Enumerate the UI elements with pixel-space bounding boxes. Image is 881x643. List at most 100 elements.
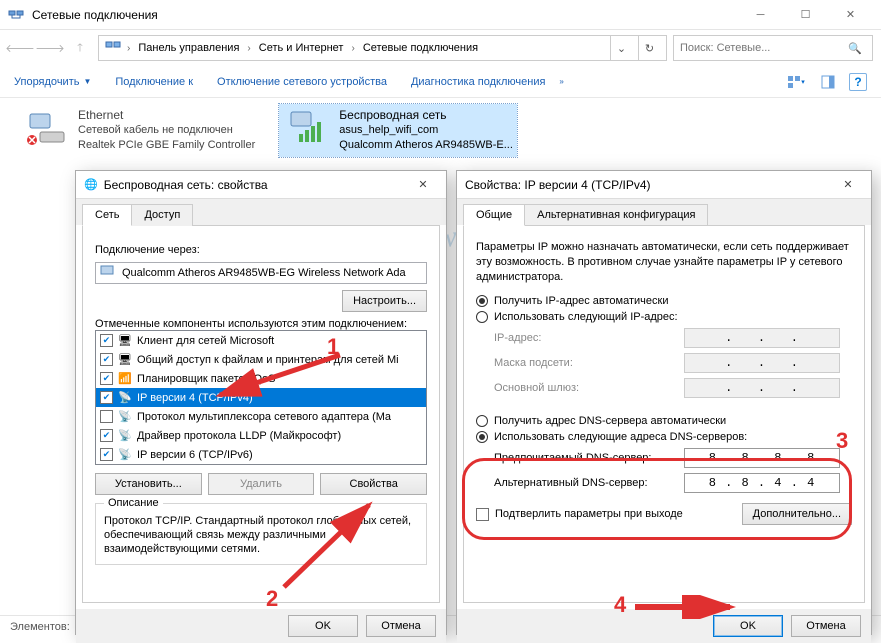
dialog2-cancel-button[interactable]: Отмена xyxy=(791,615,861,637)
connection-through-label: Подключение через: xyxy=(95,244,427,256)
radio-manual-ip[interactable]: Использовать следующий IP-адрес: xyxy=(476,311,852,323)
radio-auto-ip[interactable]: Получить IP-адрес автоматически xyxy=(476,295,852,307)
adapter-ethernet-status: Сетевой кабель не подключен xyxy=(78,123,255,138)
annotation-number-1: 1 xyxy=(327,334,339,360)
address-dropdown[interactable]: ⌄ xyxy=(610,36,632,60)
tab-alternate[interactable]: Альтернативная конфигурация xyxy=(524,204,708,226)
client-icon: 🖥 xyxy=(117,333,133,349)
description-title: Описание xyxy=(104,497,163,509)
list-item[interactable]: 🖥Клиент для сетей Microsoft xyxy=(96,331,426,350)
window-icon xyxy=(8,7,24,23)
dialog2-close-button[interactable]: ✕ xyxy=(833,172,863,198)
toolbar-view-dropdown[interactable]: ▾ xyxy=(785,71,807,93)
checkbox[interactable] xyxy=(100,391,113,404)
address-bar: 🡐 🡒 🡑 › Панель управления › Сеть и Интер… xyxy=(0,30,881,66)
share-icon: 🖥 xyxy=(117,352,133,368)
toolbar-disable[interactable]: Отключение сетевого устройства xyxy=(217,76,387,88)
driver-icon: 📡 xyxy=(117,428,133,444)
radio-manual-dns[interactable]: Использовать следующие адреса DNS-сервер… xyxy=(476,431,852,443)
list-item[interactable]: 📡IP версии 6 (TCP/IPv6) xyxy=(96,445,426,464)
window-title: Сетевые подключения xyxy=(32,8,738,22)
annotation-number-3: 3 xyxy=(836,428,848,454)
adapter-name-field: Qualcomm Atheros AR9485WB-EG Wireless Ne… xyxy=(95,262,427,284)
dialog1-close-button[interactable]: ✕ xyxy=(408,172,438,198)
adapter-list: Ethernet Сетевой кабель не подключен Rea… xyxy=(0,98,881,163)
breadcrumb-icon xyxy=(105,39,121,58)
list-item[interactable]: 📡Драйвер протокола LLDP (Майкрософт) xyxy=(96,426,426,445)
maximize-button[interactable]: ☐ xyxy=(783,0,828,29)
adapter-wifi-name: Беспроводная сеть xyxy=(339,108,513,123)
configure-button[interactable]: Настроить... xyxy=(342,290,427,312)
toolbar-diagnose[interactable]: Диагностика подключения » xyxy=(411,76,564,88)
install-button[interactable]: Установить... xyxy=(95,473,202,495)
gateway-input: . . . xyxy=(684,378,840,398)
address-refresh[interactable]: ↻ xyxy=(638,36,660,60)
toolbar-organize[interactable]: Упорядочить ▼ xyxy=(14,76,91,88)
dialog1-panel: Подключение через: Qualcomm Atheros AR94… xyxy=(82,225,440,603)
dialog2-panel: Параметры IP можно назначать автоматичес… xyxy=(463,225,865,603)
crumb-network-internet[interactable]: Сеть и Интернет xyxy=(257,42,346,54)
crumb-network-connections[interactable]: Сетевые подключения xyxy=(361,42,480,54)
list-item[interactable]: 📡Протокол мультиплексора сетевого адапте… xyxy=(96,407,426,426)
adapter-ethernet[interactable]: Ethernet Сетевой кабель не подключен Rea… xyxy=(18,104,259,157)
dialog-ipv4-properties: Свойства: IP версии 4 (TCP/IPv4) ✕ Общие… xyxy=(456,170,872,635)
status-count-label: Элементов: xyxy=(10,621,70,633)
dialog1-ok-button[interactable]: OK xyxy=(288,615,358,637)
toolbar-help-button[interactable]: ? xyxy=(849,73,867,91)
search-icon: 🔍 xyxy=(848,42,862,55)
nav-forward-button: 🡒 xyxy=(38,36,62,60)
properties-button[interactable]: Свойства xyxy=(320,473,427,495)
breadcrumb-bar[interactable]: › Панель управления › Сеть и Интернет › … xyxy=(98,35,667,61)
radio-auto-dns[interactable]: Получить адрес DNS-сервера автоматически xyxy=(476,415,852,427)
dns2-input[interactable]: 8 . 8 . 4 . 4 xyxy=(684,473,840,493)
minimize-button[interactable]: ─ xyxy=(738,0,783,29)
annotation-number-4: 4 xyxy=(614,592,626,618)
checkbox[interactable] xyxy=(100,448,113,461)
tab-access[interactable]: Доступ xyxy=(131,204,193,226)
dialog1-title: Беспроводная сеть: свойства xyxy=(104,178,408,192)
component-list[interactable]: 🖥Клиент для сетей Microsoft 🖥Общий досту… xyxy=(95,330,427,465)
description-group: Описание Протокол TCP/IP. Стандартный пр… xyxy=(95,503,427,565)
intro-text: Параметры IP можно назначать автоматичес… xyxy=(476,240,852,285)
checkbox[interactable] xyxy=(100,334,113,347)
dialog2-ok-button[interactable]: OK xyxy=(713,615,783,637)
list-item-ipv4[interactable]: 📡IP версии 4 (TCP/IPv4) xyxy=(96,388,426,407)
tab-general[interactable]: Общие xyxy=(463,204,525,226)
qos-icon: 📶 xyxy=(117,371,133,387)
network-icon: 🌐 xyxy=(84,178,98,191)
adapter-name-text: Qualcomm Atheros AR9485WB-EG Wireless Ne… xyxy=(122,267,406,279)
adapter-small-icon xyxy=(100,265,116,282)
remove-button: Удалить xyxy=(208,473,315,495)
radio[interactable] xyxy=(476,431,488,443)
mask-label: Маска подсети: xyxy=(494,357,684,369)
radio[interactable] xyxy=(476,295,488,307)
nav-back-button[interactable]: 🡐 xyxy=(8,36,32,60)
radio[interactable] xyxy=(476,311,488,323)
checkbox[interactable] xyxy=(476,508,489,521)
tab-network[interactable]: Сеть xyxy=(82,204,132,226)
checkbox[interactable] xyxy=(100,372,113,385)
checkbox[interactable] xyxy=(100,410,113,423)
dns2-label: Альтернативный DNS-сервер: xyxy=(494,477,684,489)
dns1-input[interactable]: 8 . 8 . 8 . 8 xyxy=(684,448,840,468)
dns1-label: Предпочитаемый DNS-сервер: xyxy=(494,452,684,464)
toolbar-connect[interactable]: Подключение к xyxy=(115,76,193,88)
validate-on-exit[interactable]: Подтверлить параметры при выходе Дополни… xyxy=(476,503,852,525)
ip-input: . . . xyxy=(684,328,840,348)
toolbar-preview-pane[interactable] xyxy=(817,71,839,93)
adapter-ethernet-name: Ethernet xyxy=(78,108,255,123)
nav-up-button[interactable]: 🡑 xyxy=(68,36,92,60)
crumb-control-panel[interactable]: Панель управления xyxy=(136,42,241,54)
checkbox[interactable] xyxy=(100,353,113,366)
checkbox[interactable] xyxy=(100,429,113,442)
list-item[interactable]: 📶Планировщик пакетов QoS xyxy=(96,369,426,388)
list-item[interactable]: 🖥Общий доступ к файлам и принтерам для с… xyxy=(96,350,426,369)
dialog1-cancel-button[interactable]: Отмена xyxy=(366,615,436,637)
annotation-number-2: 2 xyxy=(266,586,278,612)
close-button[interactable]: ✕ xyxy=(828,0,873,29)
adapter-wifi[interactable]: Беспроводная сеть asus_help_wifi_com Qua… xyxy=(279,104,517,157)
search-placeholder: Поиск: Сетевые... xyxy=(680,42,848,54)
radio[interactable] xyxy=(476,415,488,427)
advanced-button[interactable]: Дополнительно... xyxy=(742,503,852,525)
search-box[interactable]: Поиск: Сетевые... 🔍 xyxy=(673,35,873,61)
